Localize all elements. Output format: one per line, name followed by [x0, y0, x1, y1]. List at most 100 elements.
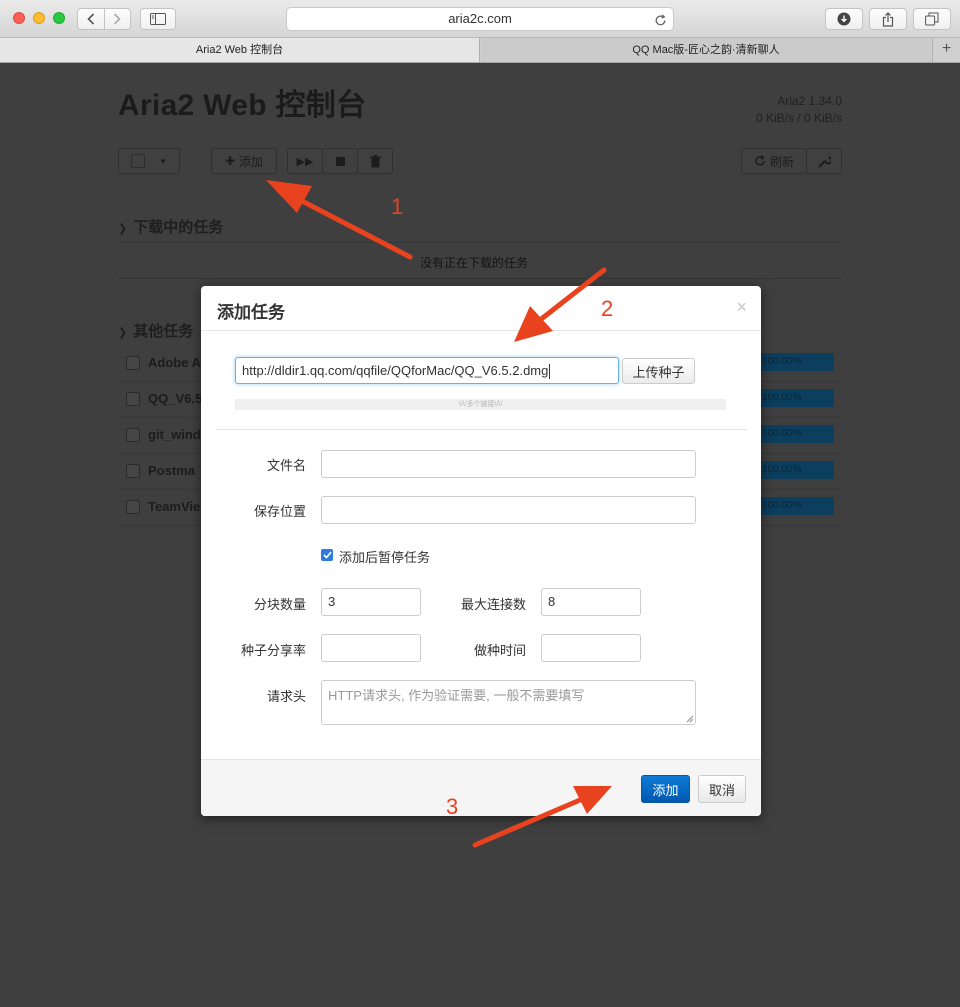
request-header-placeholder: HTTP请求头, 作为验证需要, 一般不需要填写 [328, 688, 585, 703]
caret-down-icon: ▼ [159, 156, 167, 166]
share-button[interactable] [869, 8, 907, 30]
other-tasks-heading: 其他任务 [133, 323, 194, 340]
share-icon [882, 11, 894, 27]
chevron-down-icon: ❯ [118, 223, 128, 235]
seed-ratio-input[interactable] [321, 634, 421, 662]
reload-icon[interactable] [654, 12, 667, 34]
task-checkbox[interactable] [126, 356, 140, 370]
tab-overview-button[interactable] [913, 8, 951, 30]
select-all-dropdown[interactable]: ▼ [118, 148, 180, 174]
speed-text: 0 KiB/s / 0 KiB/s [755, 111, 842, 125]
start-all-button[interactable]: ▶▶ [287, 148, 323, 174]
url-input[interactable]: http://dldir1.qq.com/qqfile/QQforMac/QQ_… [235, 357, 619, 384]
forward-button[interactable] [105, 9, 131, 29]
task-name: git_wind [148, 427, 201, 442]
back-button[interactable] [78, 9, 104, 29]
nav-button-group [77, 8, 131, 30]
pause-after-add-label[interactable]: 添加后暂停任务 [339, 547, 430, 566]
task-progress: 100.00% [758, 389, 834, 407]
confirm-add-button[interactable]: 添加 [641, 775, 690, 803]
speed-readout: 0 KiB/s / 0 KiB/s [640, 111, 842, 125]
add-task-button[interactable]: ✚ 添加 [211, 148, 277, 174]
page-title: Aria2 Web 控制台 [118, 89, 367, 122]
max-connections-input[interactable]: 8 [541, 588, 641, 616]
task-name: Postma [148, 463, 195, 478]
split-count-input[interactable]: 3 [321, 588, 421, 616]
modal-footer: 添加 取消 [201, 759, 761, 816]
add-task-modal: 添加任务 × http://dldir1.qq.com/qqfile/QQfor… [201, 286, 761, 816]
url-input-value: http://dldir1.qq.com/qqfile/QQforMac/QQ_… [242, 363, 549, 378]
chevron-left-icon [87, 13, 94, 25]
add-task-label: 添加 [239, 154, 264, 169]
refresh-label: 刷新 [769, 154, 794, 169]
resize-grip-icon[interactable] [686, 715, 694, 723]
save-location-label: 保存位置 [253, 504, 306, 519]
request-header-textarea[interactable]: HTTP请求头, 作为验证需要, 一般不需要填写 [321, 680, 696, 725]
filename-label: 文件名 [266, 458, 306, 473]
stop-icon [335, 156, 345, 166]
modal-header: 添加任务 × [201, 286, 761, 331]
task-progress: 100.00% [758, 353, 834, 371]
wrench-icon [817, 156, 831, 168]
plus-icon: ✚ [224, 154, 236, 168]
task-checkbox[interactable] [126, 464, 140, 478]
step-1-label: 1 [391, 194, 404, 219]
browser-titlebar: aria2c.com [0, 0, 960, 38]
split-count-label: 分块数量 [253, 597, 306, 612]
tabs-icon [925, 12, 939, 26]
task-checkbox[interactable] [126, 500, 140, 514]
stop-button[interactable] [322, 148, 358, 174]
save-location-input[interactable] [321, 496, 696, 524]
step-3-label: 3 [446, 794, 459, 819]
download-icon [837, 12, 851, 26]
multi-link-toggle[interactable]: \/\/多个链接\/\/ [235, 399, 726, 410]
other-tasks-section-header[interactable]: ❯ 其他任务 [118, 320, 193, 341]
checkmark-icon [322, 551, 332, 559]
pause-after-add-checkbox[interactable] [321, 549, 333, 561]
downloading-section-header[interactable]: ❯ 下载中的任务 [118, 216, 223, 237]
address-bar[interactable]: aria2c.com [286, 7, 674, 31]
step-2-label: 2 [601, 296, 614, 321]
max-connections-label: 最大连接数 [460, 597, 526, 612]
chevron-down-icon: ❯ [118, 327, 128, 339]
request-header-label: 请求头 [266, 689, 306, 704]
upload-torrent-button[interactable]: 上传种子 [622, 358, 695, 384]
chevron-right-icon [114, 13, 121, 25]
close-window-button[interactable] [13, 12, 25, 24]
task-progress: 100.00% [758, 461, 834, 479]
task-checkbox[interactable] [126, 392, 140, 406]
seed-time-label: 做种时间 [473, 643, 526, 658]
cancel-button[interactable]: 取消 [698, 775, 746, 803]
sidebar-toggle-button[interactable] [140, 8, 176, 30]
delete-button[interactable] [357, 148, 393, 174]
downloading-heading: 下载中的任务 [133, 219, 224, 236]
downloads-button[interactable] [825, 8, 863, 30]
refresh-button[interactable]: 刷新 [741, 148, 807, 174]
filename-input[interactable] [321, 450, 696, 478]
zoom-window-button[interactable] [53, 12, 65, 24]
new-tab-button[interactable]: + [932, 38, 960, 62]
aria2-version: Aria2 1.34.0 [777, 94, 842, 108]
tab-qq-mac[interactable]: QQ Mac版-匠心之韵·清新聊人 [481, 38, 931, 62]
sidebar-icon [150, 13, 166, 25]
trash-icon [369, 154, 381, 167]
settings-button[interactable] [806, 148, 842, 174]
fast-forward-icon: ▶▶ [296, 155, 314, 168]
tab-aria2[interactable]: Aria2 Web 控制台 [0, 38, 480, 62]
seed-ratio-label: 种子分享率 [240, 643, 306, 658]
tab-bar: Aria2 Web 控制台 QQ Mac版-匠心之韵·清新聊人 + [0, 38, 960, 63]
modal-title: 添加任务 [217, 303, 285, 322]
task-name: TeamVie [148, 499, 201, 514]
refresh-icon [755, 155, 765, 166]
close-icon[interactable]: × [736, 297, 747, 318]
task-name: Adobe A [148, 355, 201, 370]
empty-downloading-message: 没有正在下载的任务 [420, 256, 529, 270]
checkbox-icon [131, 154, 146, 168]
minimize-window-button[interactable] [33, 12, 45, 24]
task-checkbox[interactable] [126, 428, 140, 442]
task-name: QQ_V6.5 [148, 391, 203, 406]
task-progress: 100.00% [758, 425, 834, 443]
seed-time-input[interactable] [541, 634, 641, 662]
task-progress: 100.00% [758, 497, 834, 515]
url-text: aria2c.com [448, 11, 512, 26]
